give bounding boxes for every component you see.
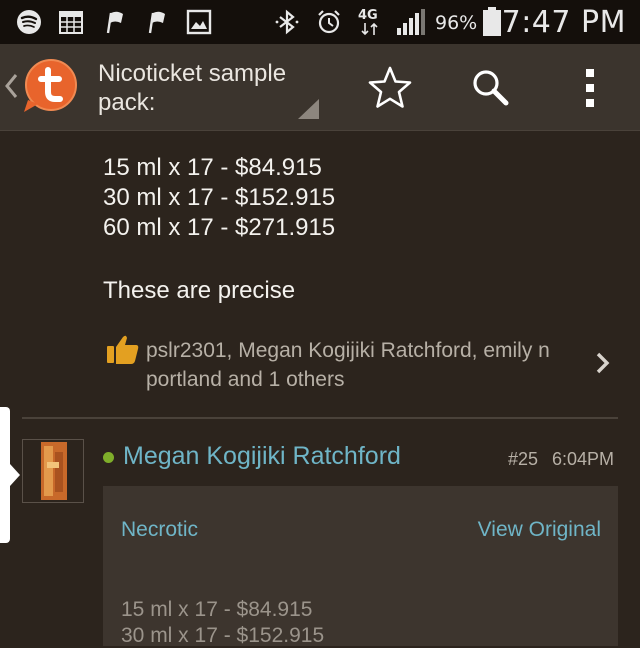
calendar-icon [59,11,83,34]
flag-icon [148,11,165,34]
thumbs-up-icon[interactable] [106,333,140,365]
status-time: 7:47 PM [501,5,626,40]
thread-title[interactable]: Nicoticket sample pack: [98,59,298,117]
post-remark: These are precise [103,277,296,304]
edge-drawer-handle[interactable] [0,407,10,543]
likers-list[interactable]: pslr2301, Megan Kogijiki Ratchford, emil… [146,336,586,394]
avatar[interactable] [22,439,84,503]
quote-line: 15 ml x 17 - $84.915 [121,598,313,621]
signal-icon [397,9,425,35]
edge-drawer-pointer [10,464,20,486]
star-icon[interactable] [366,64,414,112]
search-icon[interactable] [466,64,514,112]
post-price-line: 60 ml x 17 - $271.915 [103,214,336,241]
network-4g-icon [361,22,378,36]
post-author[interactable]: Megan Kogijiki Ratchford [123,442,401,471]
back-chevron-icon[interactable] [4,72,18,100]
avatar-image [41,442,67,500]
online-indicator [103,452,114,463]
view-original-link[interactable]: View Original [478,518,601,542]
quote-box: Necrotic View Original 15 ml x 17 - $84.… [103,486,618,647]
battery-icon [483,7,501,36]
alarm-icon [318,10,340,34]
tapatalk-logo-icon[interactable] [22,58,78,114]
quote-author[interactable]: Necrotic [121,518,198,542]
bluetooth-icon [275,9,299,35]
gallery-icon [186,9,212,35]
status-bar: 4G 96% 7:47 PM [0,0,640,44]
post-number: #25 [508,449,539,469]
chevron-right-icon[interactable] [594,350,612,376]
post-divider [22,417,618,419]
quote-line: 30 ml x 17 - $152.915 [121,624,325,647]
spotify-icon [17,10,41,34]
overflow-menu-icon[interactable] [570,64,610,112]
post-time: 6:04PM [552,449,615,469]
battery-percent: 96% [435,12,478,34]
flag-icon [106,11,123,34]
dropdown-corner-icon[interactable] [296,98,320,120]
action-bar: Nicoticket sample pack: [0,44,640,131]
post-price-line: 30 ml x 17 - $152.915 [103,184,336,211]
post-price-line: 15 ml x 17 - $84.915 [103,154,322,181]
network-type: 4G [358,8,378,23]
